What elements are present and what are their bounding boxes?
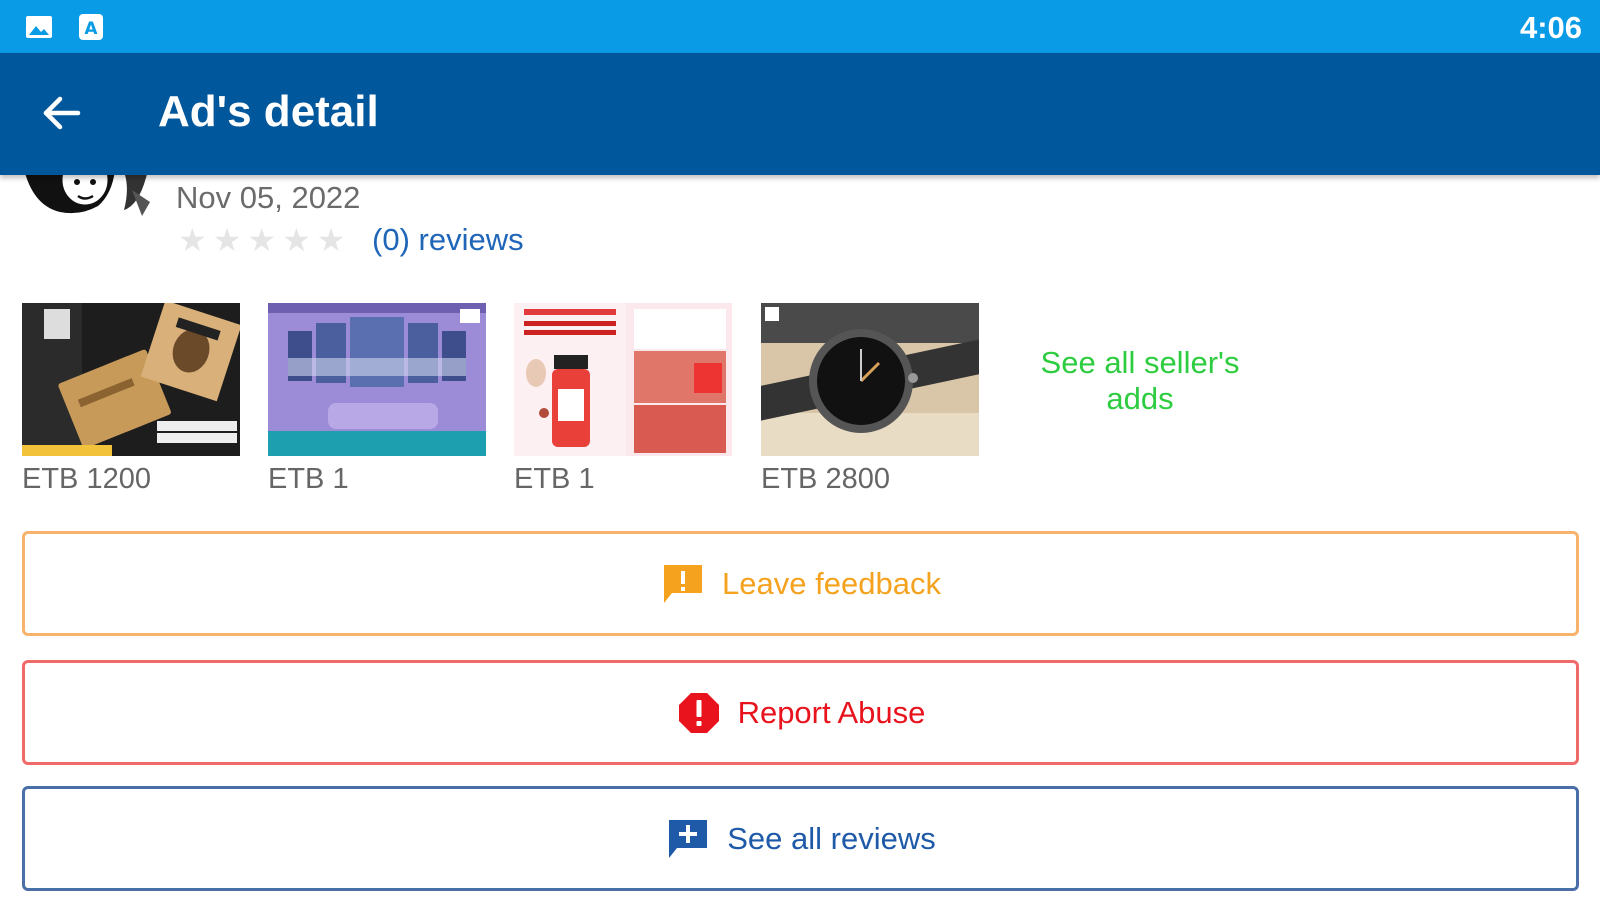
ad-price: ETB 1200 bbox=[22, 463, 151, 495]
ad-thumbnail[interactable] bbox=[268, 303, 486, 456]
rating-stars: ★ ★ ★ ★ ★ bbox=[178, 224, 345, 256]
leave-feedback-button[interactable]: Leave feedback bbox=[22, 531, 1579, 636]
seller-date: Nov 05, 2022 bbox=[176, 180, 361, 215]
svg-text:A: A bbox=[84, 19, 98, 39]
ad-thumbnail[interactable] bbox=[22, 303, 240, 456]
page-title: Ad's detail bbox=[158, 87, 379, 136]
star-icon: ★ bbox=[282, 222, 311, 258]
arrow-left-icon[interactable] bbox=[38, 89, 86, 137]
report-abuse-button[interactable]: Report Abuse bbox=[22, 660, 1579, 765]
star-icon: ★ bbox=[178, 222, 207, 258]
leave-feedback-label: Leave feedback bbox=[722, 565, 941, 601]
see-all-reviews-label: See all reviews bbox=[727, 820, 936, 856]
star-icon: ★ bbox=[316, 222, 346, 258]
ad-price: ETB 2800 bbox=[761, 463, 890, 495]
status-time: 4:06 bbox=[1519, 10, 1582, 45]
report-abuse-label: Report Abuse bbox=[737, 694, 926, 730]
star-icon: ★ bbox=[212, 222, 242, 258]
star-icon: ★ bbox=[247, 222, 277, 258]
ad-price: ETB 1 bbox=[268, 463, 349, 495]
image-icon bbox=[26, 16, 52, 38]
alert-icon bbox=[678, 692, 719, 733]
app-bar: Ad's detail bbox=[0, 53, 1600, 175]
add-comment-icon bbox=[669, 819, 708, 858]
app-store-icon: A bbox=[79, 14, 103, 40]
reviews-count-link[interactable]: (0) reviews bbox=[372, 222, 524, 258]
ad-thumbnail[interactable] bbox=[761, 303, 979, 456]
feedback-icon bbox=[664, 564, 703, 603]
see-all-reviews-button[interactable]: See all reviews bbox=[22, 786, 1579, 891]
ad-price: ETB 1 bbox=[514, 463, 595, 495]
status-bar: A 4:06 bbox=[0, 0, 1600, 53]
ad-thumbnail[interactable] bbox=[514, 303, 732, 456]
see-all-sellers-adds-link[interactable]: See all seller's adds bbox=[1030, 345, 1250, 417]
